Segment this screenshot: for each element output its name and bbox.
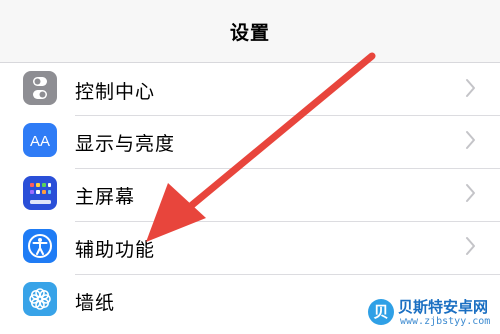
navigation-bar: 设置 bbox=[0, 0, 500, 62]
watermark: 贝 贝斯特安卓网 www.zjbstyy.com bbox=[368, 295, 498, 331]
settings-list: 控制中心 AA 显示与亮度 主屏幕 辅助功能 墙纸 bbox=[0, 62, 500, 334]
watermark-logo-icon: 贝 bbox=[368, 299, 394, 325]
display-brightness-icon: AA bbox=[23, 123, 57, 157]
chevron-right-icon bbox=[464, 234, 478, 258]
settings-row-accessibility[interactable]: 辅助功能 bbox=[0, 221, 500, 274]
chevron-right-icon bbox=[464, 128, 478, 152]
home-screen-icon bbox=[23, 176, 57, 210]
watermark-url: www.zjbstyy.com bbox=[400, 316, 491, 327]
settings-row-label: 墙纸 bbox=[75, 292, 116, 314]
settings-row-label: 辅助功能 bbox=[75, 239, 156, 261]
settings-row-label: 显示与亮度 bbox=[75, 133, 176, 155]
settings-row-control-center[interactable]: 控制中心 bbox=[0, 63, 500, 116]
watermark-title: 贝斯特安卓网 bbox=[398, 298, 489, 316]
wallpaper-icon bbox=[23, 282, 57, 316]
settings-row-home-screen[interactable]: 主屏幕 bbox=[0, 168, 500, 221]
page-title: 设置 bbox=[229, 22, 270, 44]
settings-row-label: 主屏幕 bbox=[75, 186, 136, 208]
svg-text:AA: AA bbox=[30, 133, 50, 150]
settings-row-display-brightness[interactable]: AA 显示与亮度 bbox=[0, 115, 500, 168]
chevron-right-icon bbox=[464, 76, 478, 100]
accessibility-icon bbox=[23, 229, 57, 263]
chevron-right-icon bbox=[464, 181, 478, 205]
control-center-icon bbox=[23, 71, 57, 105]
settings-row-label: 控制中心 bbox=[75, 81, 156, 103]
